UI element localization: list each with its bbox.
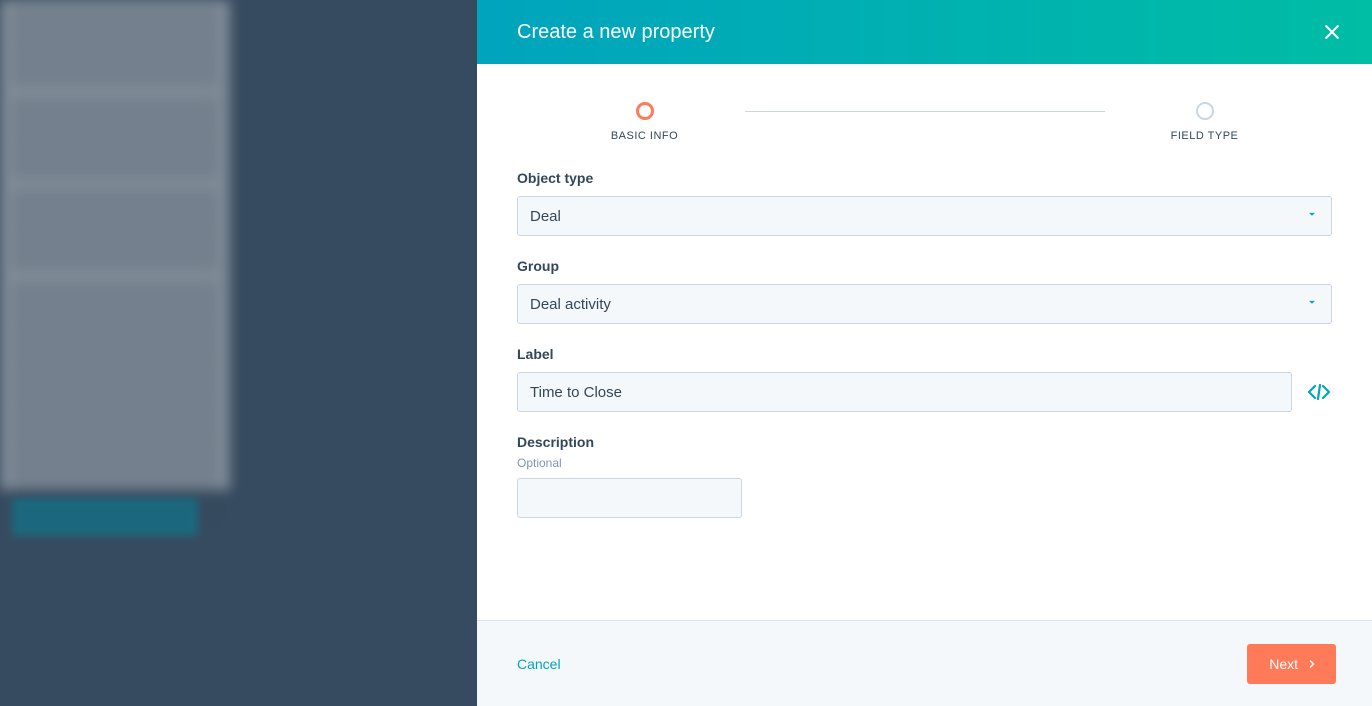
- field-label: Description: [517, 434, 1332, 450]
- panel-body: BASIC INFO FIELD TYPE Object type Deal G…: [477, 64, 1372, 620]
- step-basic-info[interactable]: BASIC INFO: [545, 102, 745, 142]
- group-select[interactable]: Deal activity: [517, 284, 1332, 324]
- field-label-input: Label: [517, 346, 1332, 412]
- field-description: Description Optional: [517, 434, 1332, 518]
- panel-title: Create a new property: [517, 21, 715, 44]
- step-field-type[interactable]: FIELD TYPE: [1105, 102, 1305, 142]
- next-button[interactable]: Next: [1247, 644, 1336, 684]
- field-label: Object type: [517, 170, 1332, 186]
- field-object-type: Object type Deal: [517, 170, 1332, 236]
- code-icon-button[interactable]: [1306, 380, 1332, 404]
- close-icon: [1322, 22, 1342, 42]
- step-label: BASIC INFO: [611, 130, 678, 142]
- step-label: FIELD TYPE: [1171, 130, 1239, 142]
- panel-footer: Cancel Next: [477, 620, 1372, 706]
- cancel-button[interactable]: Cancel: [517, 656, 561, 672]
- next-button-label: Next: [1269, 656, 1298, 672]
- step-connector: [745, 111, 1105, 112]
- field-label: Label: [517, 346, 1332, 362]
- stepper: BASIC INFO FIELD TYPE: [517, 102, 1332, 142]
- select-value: Deal activity: [530, 296, 611, 313]
- panel-header: Create a new property: [477, 0, 1372, 64]
- step-circle-active: [636, 102, 654, 120]
- code-icon: [1307, 380, 1331, 404]
- field-group: Group Deal activity: [517, 258, 1332, 324]
- select-value: Deal: [530, 208, 561, 225]
- caret-down-icon: [1305, 295, 1319, 313]
- label-input[interactable]: [517, 372, 1292, 412]
- chevron-right-icon: [1306, 658, 1318, 670]
- step-circle-inactive: [1196, 102, 1214, 120]
- caret-down-icon: [1305, 207, 1319, 225]
- object-type-select[interactable]: Deal: [517, 196, 1332, 236]
- close-button[interactable]: [1316, 16, 1348, 48]
- create-property-panel: Create a new property BASIC INFO FIELD T…: [477, 0, 1372, 706]
- description-input[interactable]: [517, 478, 742, 518]
- field-label: Group: [517, 258, 1332, 274]
- field-sublabel: Optional: [517, 456, 1332, 470]
